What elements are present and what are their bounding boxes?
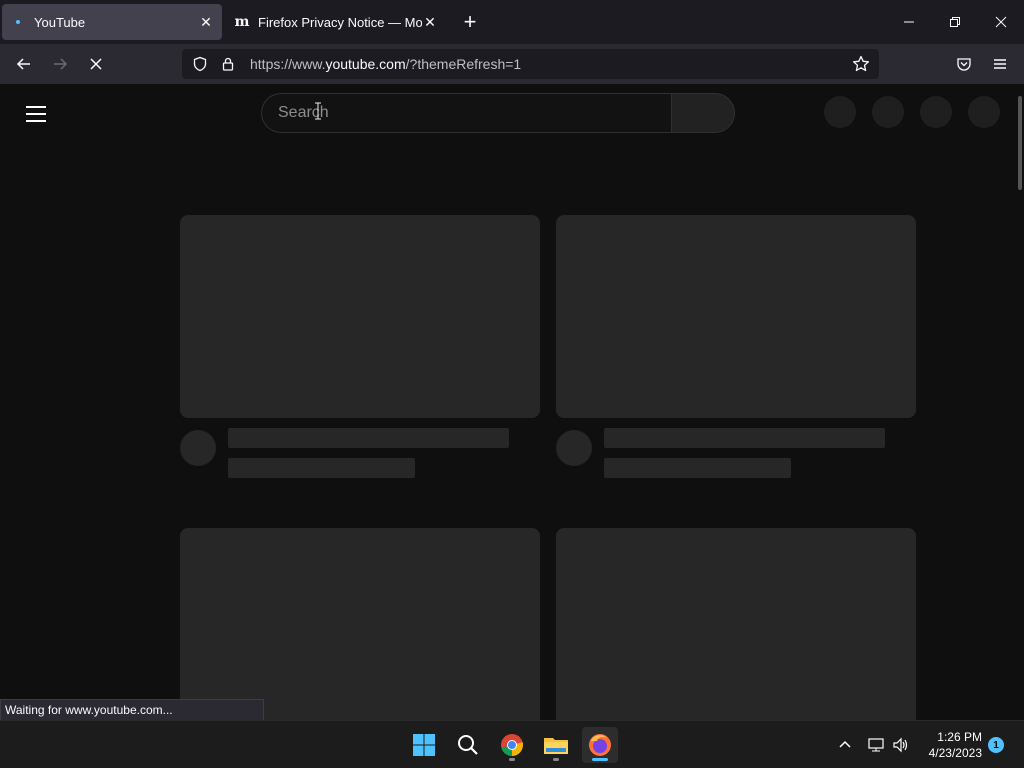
search-box[interactable] [261, 93, 671, 133]
lock-icon[interactable] [216, 52, 240, 76]
video-thumbnail-skeleton [556, 528, 916, 720]
channel-avatar-skeleton [556, 430, 592, 466]
date: 4/23/2023 [928, 746, 982, 760]
channel-avatar-skeleton [180, 430, 216, 466]
search-button[interactable] [671, 93, 735, 133]
navigation-toolbar: https://www.youtube.com/?themeRefresh=1 [0, 44, 1024, 84]
address-bar[interactable]: https://www.youtube.com/?themeRefresh=1 [182, 49, 879, 79]
screen: YouTube ✕ m Firefox Privacy Notice — Moz… [0, 0, 1024, 768]
notification-badge[interactable]: 1 [988, 737, 1004, 753]
restore-icon[interactable] [943, 10, 967, 34]
network-icon[interactable] [866, 735, 886, 755]
time: 1:26 PM [937, 730, 982, 744]
volume-icon[interactable] [891, 735, 911, 755]
stop-button[interactable] [84, 52, 108, 76]
chevron-up-icon[interactable] [835, 735, 855, 755]
title-skeleton [604, 428, 885, 448]
taskbar: 1:26 PM 4/23/2023 1 [0, 720, 1024, 768]
close-window-icon[interactable] [989, 10, 1013, 34]
meta-skeleton [604, 458, 791, 478]
running-indicator [509, 758, 515, 761]
forward-button[interactable] [48, 52, 72, 76]
firefox-icon[interactable] [582, 727, 618, 763]
new-tab-button[interactable]: + [458, 9, 482, 34]
file-explorer-icon[interactable] [538, 727, 574, 763]
video-thumbnail-skeleton [556, 215, 916, 418]
avatar-placeholder[interactable] [968, 96, 1000, 128]
header-button-placeholder[interactable] [920, 96, 952, 128]
tab-firefox-privacy[interactable]: m Firefox Privacy Notice — Mozill ✕ [226, 4, 446, 40]
status-panel: Waiting for www.youtube.com... [0, 699, 264, 721]
header-button-placeholder[interactable] [824, 96, 856, 128]
back-button[interactable] [12, 52, 36, 76]
close-icon[interactable]: ✕ [198, 14, 214, 30]
clock[interactable]: 1:26 PM 4/23/2023 [912, 729, 982, 761]
minimize-icon[interactable] [897, 10, 921, 34]
windows-start-icon[interactable] [406, 727, 442, 763]
search-input[interactable] [278, 104, 671, 122]
video-thumbnail-skeleton [180, 528, 540, 720]
tab-strip: YouTube ✕ m Firefox Privacy Notice — Moz… [0, 0, 1024, 44]
youtube-page [0, 84, 1024, 720]
header-button-placeholder[interactable] [872, 96, 904, 128]
running-indicator [553, 758, 559, 761]
guide-menu-icon[interactable] [24, 102, 48, 126]
tab-youtube[interactable]: YouTube ✕ [2, 4, 222, 40]
meta-skeleton [228, 458, 415, 478]
url-text: https://www.youtube.com/?themeRefresh=1 [250, 56, 522, 72]
app-menu-icon[interactable] [988, 52, 1012, 76]
scrollbar-thumb[interactable] [1018, 96, 1022, 190]
search-icon[interactable] [450, 727, 486, 763]
tab-title: Firefox Privacy Notice — Mozill [258, 14, 422, 30]
video-thumbnail-skeleton [180, 215, 540, 418]
chrome-icon[interactable] [494, 727, 530, 763]
text-cursor-icon [315, 102, 321, 120]
mozilla-icon: m [234, 14, 250, 30]
tab-title: YouTube [34, 14, 86, 30]
running-indicator [592, 758, 608, 761]
tracking-protection-shield-icon[interactable] [188, 52, 212, 76]
title-skeleton [228, 428, 509, 448]
close-icon[interactable]: ✕ [422, 14, 438, 30]
pocket-icon[interactable] [952, 52, 976, 76]
loading-dot-icon [10, 14, 26, 30]
bookmark-star-icon[interactable] [849, 52, 873, 76]
